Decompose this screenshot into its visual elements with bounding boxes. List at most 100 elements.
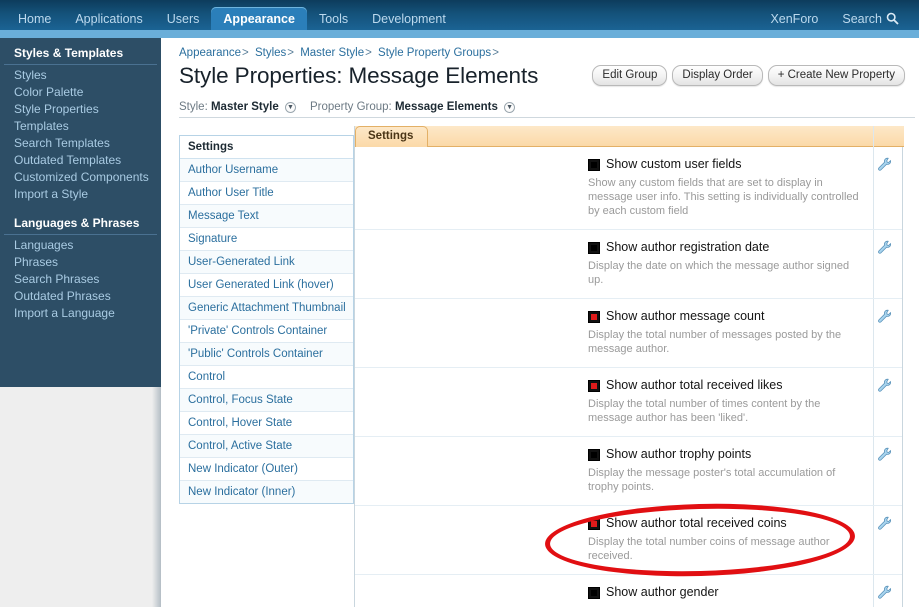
swatch-icon-modified — [588, 517, 600, 530]
list-item[interactable]: User Generated Link (hover) — [180, 274, 353, 297]
sidebar-item-languages[interactable]: Languages — [0, 237, 161, 254]
list-item[interactable]: User-Generated Link — [180, 251, 353, 274]
property-title-row: Show author message count — [588, 309, 860, 324]
breadcrumb-item-master-style[interactable]: Master Style — [300, 47, 364, 59]
property-description: Display the total number of times conten… — [588, 398, 821, 424]
settings-list: Settings Author Username Author User Tit… — [179, 135, 354, 504]
property-title: Show custom user fields — [606, 157, 742, 171]
breadcrumb-item-appearance[interactable]: Appearance — [179, 47, 241, 59]
property-title-row: Show author trophy points — [588, 447, 860, 462]
list-item[interactable]: Control, Hover State — [180, 412, 353, 435]
property-title-row: Show author total received likes — [588, 378, 860, 393]
wrench-icon[interactable] — [877, 516, 892, 531]
property-title-row: Show author registration date — [588, 240, 860, 255]
sidebar-item-customized-components[interactable]: Customized Components — [0, 169, 161, 186]
chevron-down-icon[interactable]: ▼ — [504, 102, 516, 113]
property-row[interactable]: Show author message count Display the to… — [355, 299, 902, 368]
top-nav-right: XenForo Search — [758, 0, 919, 30]
page-action-buttons: Edit Group Display Order + Create New Pr… — [592, 65, 905, 86]
wrench-icon[interactable] — [877, 378, 892, 393]
nav-item-development[interactable]: Development — [360, 8, 458, 30]
wrench-icon[interactable] — [877, 240, 892, 255]
nav-accent-strip — [0, 30, 919, 38]
breadcrumb-item-styles[interactable]: Styles — [255, 47, 286, 59]
list-item[interactable]: Control, Focus State — [180, 389, 353, 412]
sidebar-footer-area — [0, 387, 161, 607]
list-item[interactable]: Signature — [180, 228, 353, 251]
nav-item-home[interactable]: Home — [6, 8, 63, 30]
style-label: Style: — [179, 101, 208, 113]
property-title-row: Show author gender — [588, 585, 860, 600]
chevron-down-icon[interactable]: ▼ — [284, 102, 296, 113]
sidebar-item-phrases[interactable]: Phrases — [0, 254, 161, 271]
list-item[interactable]: 'Public' Controls Container — [180, 343, 353, 366]
breadcrumb-item-style-property-groups[interactable]: Style Property Groups — [378, 47, 491, 59]
top-navigation-bar: Home Applications Users Appearance Tools… — [0, 0, 919, 30]
list-item[interactable]: Generic Attachment Thumbnail — [180, 297, 353, 320]
brand-link-xenforo[interactable]: XenForo — [758, 8, 830, 30]
sidebar-item-outdated-templates[interactable]: Outdated Templates — [0, 152, 161, 169]
property-description: Display the date on which the message au… — [588, 260, 850, 286]
list-item[interactable]: Message Text — [180, 205, 353, 228]
tab-settings[interactable]: Settings — [355, 126, 429, 147]
sidebar-item-search-phrases[interactable]: Search Phrases — [0, 271, 161, 288]
swatch-icon-modified — [588, 310, 600, 323]
nav-item-users[interactable]: Users — [155, 8, 212, 30]
property-group-selector[interactable]: Property Group: Message Elements ▼ — [309, 101, 516, 113]
swatch-icon — [588, 448, 600, 461]
property-group-label: Property Group: — [309, 101, 392, 113]
sidebar-item-styles[interactable]: Styles — [0, 67, 161, 84]
property-group-value: Message Elements — [394, 101, 498, 113]
property-row[interactable]: Show author trophy points Display the me… — [355, 437, 902, 506]
sidebar-item-import-a-language[interactable]: Import a Language — [0, 305, 161, 322]
sidebar-item-search-templates[interactable]: Search Templates — [0, 135, 161, 152]
property-row[interactable]: Show author total received likes Display… — [355, 368, 902, 437]
breadcrumb-sep: > — [365, 47, 372, 59]
sidebar-item-color-palette[interactable]: Color Palette — [0, 84, 161, 101]
property-title: Show author registration date — [606, 240, 770, 254]
nav-item-appearance[interactable]: Appearance — [211, 7, 307, 30]
sidebar: Styles & Templates Styles Color Palette … — [0, 38, 161, 387]
wrench-icon[interactable] — [877, 447, 892, 462]
list-item[interactable]: 'Private' Controls Container — [180, 320, 353, 343]
swatch-icon-modified — [588, 379, 600, 392]
property-row[interactable]: Show author gender — [355, 575, 902, 607]
list-item[interactable]: Author User Title — [180, 182, 353, 205]
property-title: Show author total received likes — [606, 378, 783, 392]
sidebar-heading-styles-templates: Styles & Templates — [4, 42, 157, 65]
list-item[interactable]: New Indicator (Inner) — [180, 481, 353, 503]
property-row-coins[interactable]: Show author total received coins Display… — [355, 506, 902, 575]
sidebar-item-outdated-phrases[interactable]: Outdated Phrases — [0, 288, 161, 305]
sidebar-item-import-a-style[interactable]: Import a Style — [0, 186, 161, 203]
style-selector[interactable]: Style: Master Style ▼ — [179, 101, 296, 113]
display-order-button[interactable]: Display Order — [672, 65, 763, 86]
swatch-icon — [588, 586, 600, 599]
nav-item-applications[interactable]: Applications — [63, 8, 154, 30]
properties-rows: Show custom user fields Show any custom … — [355, 126, 902, 607]
swatch-icon — [588, 158, 600, 171]
breadcrumb-sep: > — [242, 47, 249, 59]
search-button[interactable]: Search — [830, 8, 911, 30]
edit-group-button[interactable]: Edit Group — [592, 65, 668, 86]
list-item[interactable]: Control — [180, 366, 353, 389]
create-new-property-button[interactable]: + Create New Property — [767, 65, 905, 86]
wrench-icon[interactable] — [877, 585, 892, 600]
wrench-icon[interactable] — [877, 157, 892, 172]
list-item[interactable]: Author Username — [180, 159, 353, 182]
admin-page: Home Applications Users Appearance Tools… — [0, 0, 919, 607]
property-row[interactable]: Show custom user fields Show any custom … — [355, 147, 902, 230]
list-item[interactable]: Control, Active State — [180, 435, 353, 458]
properties-panel: Settings Show custom user fields Show an… — [354, 126, 904, 607]
wrench-icon[interactable] — [877, 309, 892, 324]
nav-item-tools[interactable]: Tools — [307, 8, 360, 30]
sidebar-item-templates[interactable]: Templates — [0, 118, 161, 135]
sidebar-item-style-properties[interactable]: Style Properties — [0, 101, 161, 118]
content-area: Appearance> Styles> Master Style> Style … — [167, 38, 919, 607]
list-item[interactable]: New Indicator (Outer) — [180, 458, 353, 481]
search-icon — [886, 12, 899, 27]
property-title: Show author message count — [606, 309, 765, 323]
property-row[interactable]: Show author registration date Display th… — [355, 230, 902, 299]
style-context-bar: Style: Master Style ▼ Property Group: Me… — [179, 101, 915, 118]
breadcrumb-sep: > — [492, 47, 499, 59]
tab-strip: Settings — [355, 126, 904, 147]
